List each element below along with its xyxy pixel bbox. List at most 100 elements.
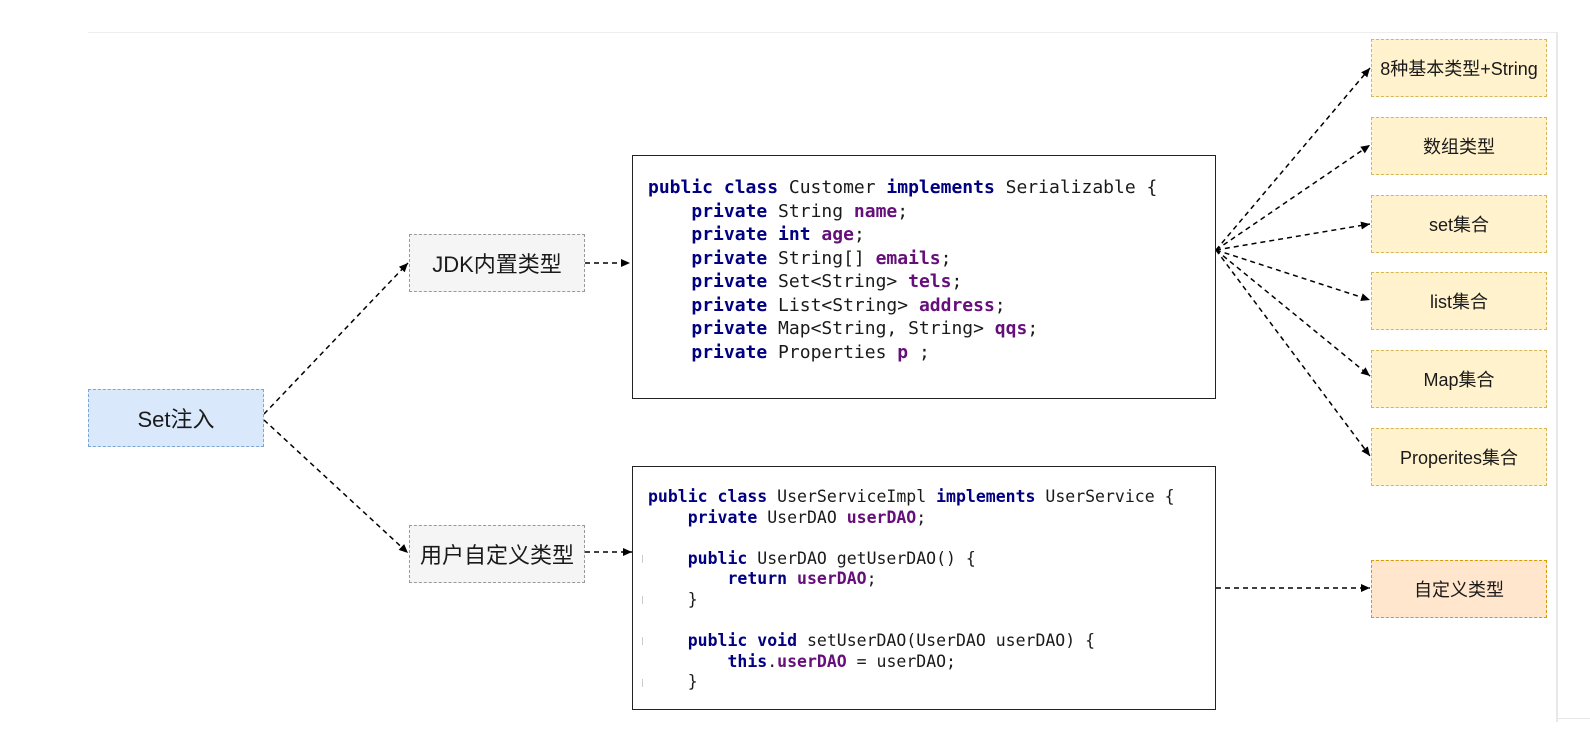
connector-code-array [1215,144,1371,251]
code-text: setUserDAO(UserDAO userDAO) { [797,631,1096,651]
target-array-type: 数组类型 [1371,117,1547,175]
target-map-collection: Map集合 [1371,350,1547,408]
code-field: userDAO [846,507,917,527]
set-injection-label: Set注入 [137,407,215,432]
target-properties-collection: Properites集合 [1371,428,1547,486]
code-text: ; [916,507,927,527]
userservice-code-box: public class UserServiceImpl implements … [632,466,1216,710]
code-field: age [821,224,854,245]
code-field: name [853,200,898,222]
user-defined-type-node: 用户自定义类型 [409,525,585,583]
target-array-type-label: 数组类型 [1423,137,1495,157]
customer-code-box: public class Customer implements Seriali… [632,155,1216,399]
code-line: private Map<String, String> qqs; [648,317,1215,341]
custom-type-node: 自定义类型 [1371,560,1547,618]
code-field: qqs [994,318,1028,339]
code-keyword: private [691,341,768,363]
code-line: private int age; [648,223,1215,247]
code-keyword: private [691,318,768,339]
code-text: String[] [767,247,876,269]
code-line: } [642,672,1215,693]
target-set-collection: set集合 [1371,195,1547,253]
user-defined-type-label: 用户自定义类型 [419,543,574,568]
fold-marker [642,596,643,605]
code-text: UserService { [1035,487,1175,506]
code-text: Serializable { [994,177,1158,198]
code-line: public UserDAO getUserDAO() { [642,549,1215,570]
code-text: ; [866,569,877,589]
code-text: . [767,651,778,671]
code-text: Customer [778,177,887,198]
code-line: private Set<String> tels; [648,270,1215,294]
code-field: p [897,341,909,363]
code-field: tels [908,271,952,292]
code-line: public void setUserDAO(UserDAO userDAO) … [642,631,1215,652]
connector-root-user [263,419,409,554]
fold-marker [642,555,643,564]
code-text: ; [951,271,963,292]
code-keyword: return [727,569,788,589]
code-text: ; [897,200,909,222]
code-line: this.userDAO = userDAO; [648,652,1215,673]
connector-code-set [1215,221,1371,251]
code-keyword: public class [648,487,768,506]
code-text: } [648,672,698,692]
code-keyword: private [687,507,758,527]
jdk-builtin-type-label: JDK内置类型 [432,252,562,277]
code-line: public class UserServiceImpl implements … [648,487,1215,508]
code-keyword: implements [886,177,995,198]
code-field: address [918,294,995,316]
code-text: UserServiceImpl [767,487,937,506]
target-properties-collection-label: Properites集合 [1399,448,1519,468]
code-line: private Properties p ; [648,341,1215,365]
code-text: String [767,200,854,222]
set-injection-node: Set注入 [88,389,264,447]
code-field: emails [875,247,941,269]
target-list-collection: list集合 [1371,272,1547,330]
code-line: private List<String> address; [648,294,1215,318]
code-text: Map<String, String> [767,318,995,339]
connector-code-properties [1215,249,1371,457]
code-text: Set<String> [767,271,909,292]
code-text: UserDAO [757,507,847,527]
code-text: ; [994,294,1006,316]
code-line: private String name; [648,200,1215,224]
target-basic-types-label: 8种基本类型+String [1380,59,1538,79]
code-text: } [648,589,698,609]
code-text: ; [940,247,952,269]
code-keyword: private [691,200,768,222]
code-keyword: public class [648,177,779,198]
code-keyword: private [691,294,768,316]
connector-code-map [1215,249,1371,377]
jdk-builtin-type-node: JDK内置类型 [409,234,585,292]
custom-type-label: 自定义类型 [1414,580,1504,600]
code-line: private UserDAO userDAO; [648,508,1215,529]
code-field: userDAO [777,651,847,671]
fold-marker [642,637,643,646]
code-keyword: private int [691,224,811,245]
code-line: } [642,589,1215,611]
code-keyword: public void [687,631,798,651]
code-line: public class Customer implements Seriali… [648,176,1215,200]
code-keyword: implements [936,487,1036,506]
target-list-collection-label: list集合 [1430,292,1488,312]
code-field: userDAO [797,569,867,589]
code-text: Properties [767,341,898,363]
code-keyword: private [691,247,768,269]
target-basic-types: 8种基本类型+String [1371,39,1547,97]
fold-marker [642,678,643,687]
